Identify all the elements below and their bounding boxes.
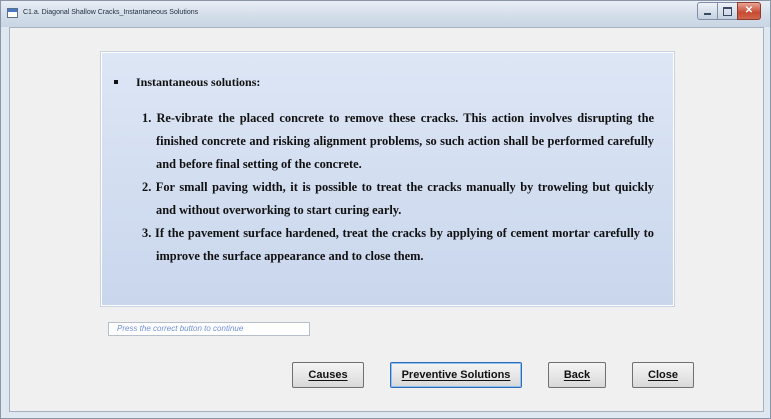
back-button[interactable]: Back (548, 362, 606, 388)
preventive-solutions-button[interactable]: Preventive Solutions (390, 362, 522, 388)
solution-item-3: 3. If the pavement surface hardened, tre… (142, 226, 654, 263)
window-close-button[interactable]: ✕ (737, 2, 761, 20)
causes-button-label: Causes (308, 369, 348, 381)
back-button-label: Back (563, 369, 591, 381)
causes-button[interactable]: Causes (292, 362, 364, 388)
preventive-solutions-button-label: Preventive Solutions (401, 369, 511, 381)
window-controls: ✕ (697, 2, 761, 20)
close-button-label: Close (648, 369, 678, 381)
app-window-icon (7, 8, 18, 18)
title-bar[interactable]: C1.a. Diagonal Shallow Cracks_Instantane… (1, 1, 770, 27)
solutions-heading-row: Instantaneous solutions: (114, 75, 260, 90)
minimize-icon (704, 13, 711, 15)
solution-item-2: 2. For small paving width, it is possibl… (142, 180, 654, 217)
close-icon: ✕ (744, 5, 754, 16)
solutions-heading: Instantaneous solutions: (136, 75, 261, 89)
bullet-icon (114, 80, 118, 85)
maximize-button[interactable] (717, 2, 737, 20)
minimize-button[interactable] (697, 2, 717, 20)
close-button[interactable]: Close (632, 362, 694, 388)
window-title: C1.a. Diagonal Shallow Cracks_Instantane… (23, 9, 199, 16)
solutions-panel: Instantaneous solutions: 1. Re-vibrate t… (101, 52, 674, 306)
status-message: Press the correct button to continue (108, 322, 310, 336)
maximize-icon (723, 6, 732, 16)
application-window: C1.a. Diagonal Shallow Cracks_Instantane… (0, 0, 771, 419)
solution-item-1: 1. Re-vibrate the placed concrete to rem… (142, 111, 654, 171)
form-client-area: Instantaneous solutions: 1. Re-vibrate t… (9, 27, 764, 412)
solutions-list: 1. Re-vibrate the placed concrete to rem… (142, 107, 654, 268)
